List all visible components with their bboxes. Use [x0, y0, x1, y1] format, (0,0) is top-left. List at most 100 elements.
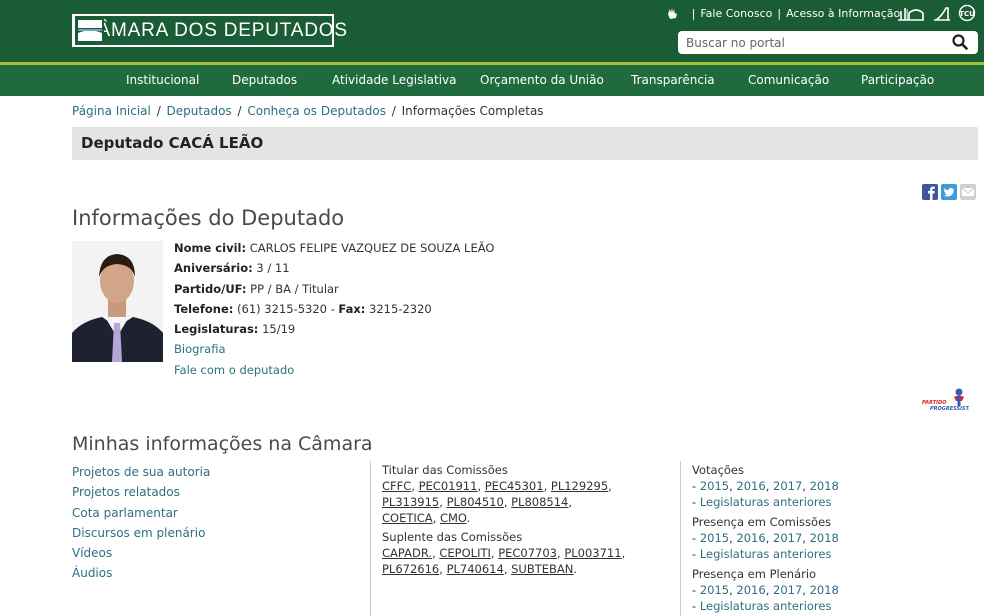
telefone-label: Telefone: — [174, 301, 234, 316]
stf-icon[interactable] — [932, 5, 952, 24]
column-divider — [680, 461, 681, 616]
legislaturas-anteriores-link[interactable]: Legislaturas anteriores — [700, 547, 832, 561]
year-link[interactable]: 2016 — [736, 583, 765, 597]
stats-column: Votações - 2015, 2016, 2017, 2018 - Legi… — [692, 462, 839, 616]
suplente-list: CAPADR., CEPOLITI, PEC07703, PL003711, P… — [382, 546, 626, 576]
commission-link[interactable]: PEC07703 — [498, 546, 557, 560]
legislaturas-anteriores-link[interactable]: Legislaturas anteriores — [700, 495, 832, 509]
commission-link[interactable]: PL672616 — [382, 562, 439, 576]
nome-civil-label: Nome civil: — [174, 241, 247, 255]
presenca-comissoes-label: Presença em Comissões — [692, 515, 832, 529]
facebook-icon[interactable] — [922, 184, 938, 200]
breadcrumb-conheca[interactable]: Conheça os Deputados — [247, 104, 386, 118]
nav-participacao[interactable]: Participação — [861, 65, 934, 96]
commission-link[interactable]: COETICA — [382, 511, 433, 525]
aniversario-value: 3 / 11 — [256, 261, 290, 276]
top-links: | Fale Conosco | Acesso à Informação | — [665, 5, 914, 21]
minhas-informacoes-title: Minhas informações na Câmara — [72, 433, 373, 455]
breadcrumb-deputados[interactable]: Deputados — [167, 104, 232, 118]
year-link[interactable]: 2015 — [700, 583, 729, 597]
nav-institucional[interactable]: Institucional — [126, 65, 199, 96]
titular-label: Titular das Comissões — [382, 463, 508, 477]
nav-transparencia[interactable]: Transparência — [631, 65, 715, 96]
partido-label: Partido/UF: — [174, 281, 247, 296]
votacoes-group: Votações - 2015, 2016, 2017, 2018 - Legi… — [692, 463, 839, 509]
breadcrumb: Página Inicial / Deputados / Conheça os … — [72, 104, 544, 118]
tcu-icon[interactable]: TCU — [958, 4, 976, 25]
year-link[interactable]: 2017 — [773, 583, 802, 597]
commission-link[interactable]: PL003711 — [564, 546, 621, 560]
suplente-label: Suplente das Comissões — [382, 530, 523, 544]
libras-icon[interactable] — [665, 5, 681, 21]
year-link[interactable]: 2017 — [773, 531, 802, 545]
deputy-info: Nome civil: CARLOS FELIPE VAZQUEZ DE SOU… — [174, 238, 494, 380]
nav-deputados[interactable]: Deputados — [232, 65, 297, 96]
legislaturas-anteriores-link[interactable]: Legislaturas anteriores — [700, 599, 832, 613]
column-divider — [370, 461, 371, 616]
discursos-plenario-link[interactable]: Discursos em plenário — [72, 523, 210, 543]
votacoes-label: Votações — [692, 463, 744, 477]
titular-list: CFFC, PEC01911, PEC45301, PL129295, PL31… — [382, 479, 612, 525]
cota-parlamentar-link[interactable]: Cota parlamentar — [72, 503, 210, 523]
fax-label: Fax: — [338, 301, 366, 316]
presenca-plenario-label: Presença em Plenário — [692, 567, 817, 581]
presenca-plenario-group: Presença em Plenário - 2015, 2016, 2017,… — [692, 567, 839, 613]
nav-atividade-legislativa[interactable]: Atividade Legislativa — [332, 65, 457, 96]
commission-link[interactable]: PL740614 — [447, 562, 504, 576]
videos-link[interactable]: Vídeos — [72, 543, 210, 563]
breadcrumb-home[interactable]: Página Inicial — [72, 104, 151, 118]
fale-conosco-link[interactable]: Fale Conosco — [700, 7, 772, 20]
breadcrumb-current: Informações Completas — [401, 104, 544, 118]
partido-value: PP / BA / Titular — [250, 281, 339, 296]
commission-link[interactable]: CEPOLITI — [439, 546, 491, 560]
nav-orcamento-da-uniao[interactable]: Orçamento da União — [480, 65, 604, 96]
biografia-link[interactable]: Biografia — [174, 342, 226, 356]
telefone-row: Telefone: (61) 3215-5320 - Fax: 3215-232… — [174, 299, 494, 319]
audios-link[interactable]: Áudios — [72, 563, 210, 583]
legislaturas-label: Legislaturas: — [174, 322, 259, 337]
senado-icon[interactable] — [896, 5, 926, 24]
party-logo[interactable]: PARTIDO PROGRESSISTA — [921, 387, 973, 412]
year-link[interactable]: 2017 — [773, 479, 802, 493]
minhas-links: Projetos de sua autoria Projetos relatad… — [72, 462, 210, 584]
svg-text:TCU: TCU — [959, 10, 975, 18]
congress-building-icon — [74, 16, 104, 45]
search-input[interactable] — [678, 31, 938, 54]
search-icon[interactable] — [952, 34, 968, 50]
commission-link[interactable]: PL804510 — [447, 495, 504, 509]
site-header: CÂMARA DOS DEPUTADOS | Fale Conosco | Ac… — [0, 0, 984, 62]
commission-link[interactable]: CMO — [440, 511, 467, 525]
page-title: Deputado CACÁ LEÃO — [81, 134, 264, 152]
commission-link[interactable]: PL313915 — [382, 495, 439, 509]
commission-link[interactable]: CAPADR. — [382, 546, 432, 560]
camara-logo[interactable]: CÂMARA DOS DEPUTADOS — [72, 14, 347, 47]
main-nav: Institucional Deputados Atividade Legisl… — [0, 65, 984, 96]
commission-link[interactable]: CFFC — [382, 479, 411, 493]
year-link[interactable]: 2016 — [736, 479, 765, 493]
commission-link[interactable]: PL808514 — [511, 495, 568, 509]
year-link[interactable]: 2015 — [700, 479, 729, 493]
year-link[interactable]: 2018 — [810, 479, 839, 493]
party-logo-text-2: PROGRESSISTA — [930, 406, 969, 411]
commission-link[interactable]: PL129295 — [551, 479, 608, 493]
year-link[interactable]: 2018 — [810, 583, 839, 597]
search-box — [678, 31, 978, 54]
commission-link[interactable]: PEC01911 — [419, 479, 478, 493]
page-title-bar: Deputado CACÁ LEÃO — [72, 127, 978, 160]
fale-com-deputado-link[interactable]: Fale com o deputado — [174, 363, 294, 377]
separator: | — [777, 6, 782, 20]
projetos-autoria-link[interactable]: Projetos de sua autoria — [72, 462, 210, 482]
aniversario-row: Aniversário: 3 / 11 — [174, 258, 494, 278]
commission-link[interactable]: SUBTEBAN — [511, 562, 573, 576]
projetos-relatados-link[interactable]: Projetos relatados — [72, 482, 210, 502]
year-link[interactable]: 2015 — [700, 531, 729, 545]
email-icon[interactable] — [960, 184, 976, 200]
year-link[interactable]: 2016 — [736, 531, 765, 545]
commission-link[interactable]: PEC45301 — [485, 479, 544, 493]
year-link[interactable]: 2018 — [810, 531, 839, 545]
tool-icons: TCU — [896, 4, 976, 25]
twitter-icon[interactable] — [941, 184, 957, 200]
partido-row: Partido/UF: PP / BA / Titular — [174, 279, 494, 299]
acesso-informacao-link[interactable]: Acesso à Informação — [786, 7, 900, 20]
nav-comunicacao[interactable]: Comunicação — [748, 65, 829, 96]
